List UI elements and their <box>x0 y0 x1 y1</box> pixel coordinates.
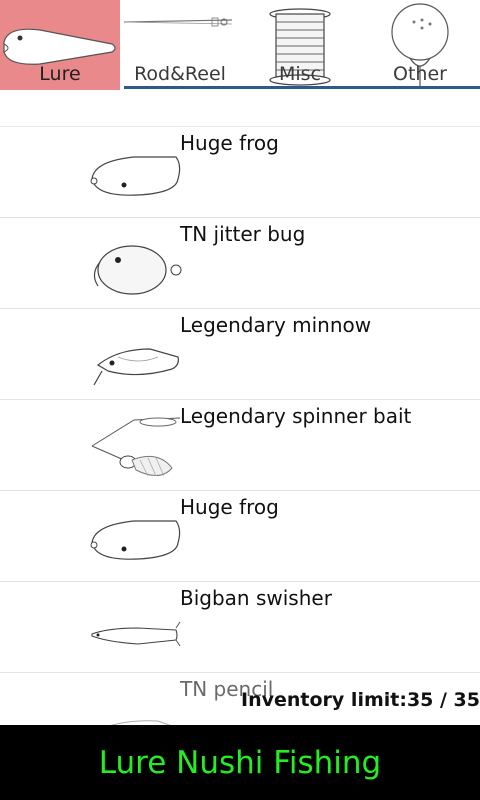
app-title: Lure Nushi Fishing <box>98 744 382 781</box>
tab-lure[interactable]: Lure <box>0 0 120 90</box>
item-name: Legendary minnow <box>180 313 372 337</box>
item-name: Legendary spinner bait <box>180 404 412 428</box>
tab-label: Lure <box>39 63 81 85</box>
item-name: TN jitter bug <box>180 222 306 246</box>
tab-label: Rod&Reel <box>134 63 226 85</box>
list-item[interactable]: Bigban swisher <box>0 582 480 673</box>
item-name: Bigban swisher <box>180 586 332 610</box>
frog-lure-icon <box>90 520 181 560</box>
list-item[interactable]: Huge frog <box>0 127 480 218</box>
tab-rod-reel[interactable]: Rod&Reel <box>120 0 240 90</box>
inventory-limit-text: Inventory limit:35 / 35 <box>241 689 480 711</box>
tab-misc[interactable]: Misc <box>240 0 360 90</box>
minnow-lure-icon <box>93 348 179 386</box>
app-title-bar: Lure Nushi Fishing <box>0 725 480 800</box>
category-tab-bar: Lure Rod&Reel Misc Other <box>0 0 480 90</box>
item-name: Huge frog <box>180 495 279 519</box>
inventory-list[interactable]: Huge frog TN jitter bug Legendary minnow… <box>0 127 480 764</box>
tab-other[interactable]: Other <box>360 0 480 90</box>
list-item[interactable]: Legendary minnow <box>0 309 480 400</box>
tab-label: Other <box>393 63 447 85</box>
item-name: Huge frog <box>180 131 279 155</box>
swisher-lure-icon <box>91 621 181 647</box>
spinner-bait-lure-icon <box>91 417 181 477</box>
list-item[interactable]: Huge frog <box>0 491 480 582</box>
list-item[interactable]: Legendary spinner bait <box>0 400 480 491</box>
frog-lure-icon <box>90 156 181 196</box>
tab-label: Misc <box>278 63 322 85</box>
jitter-bug-lure-icon <box>93 245 182 295</box>
list-item[interactable]: TN jitter bug <box>0 218 480 309</box>
tab-underline <box>124 86 480 89</box>
